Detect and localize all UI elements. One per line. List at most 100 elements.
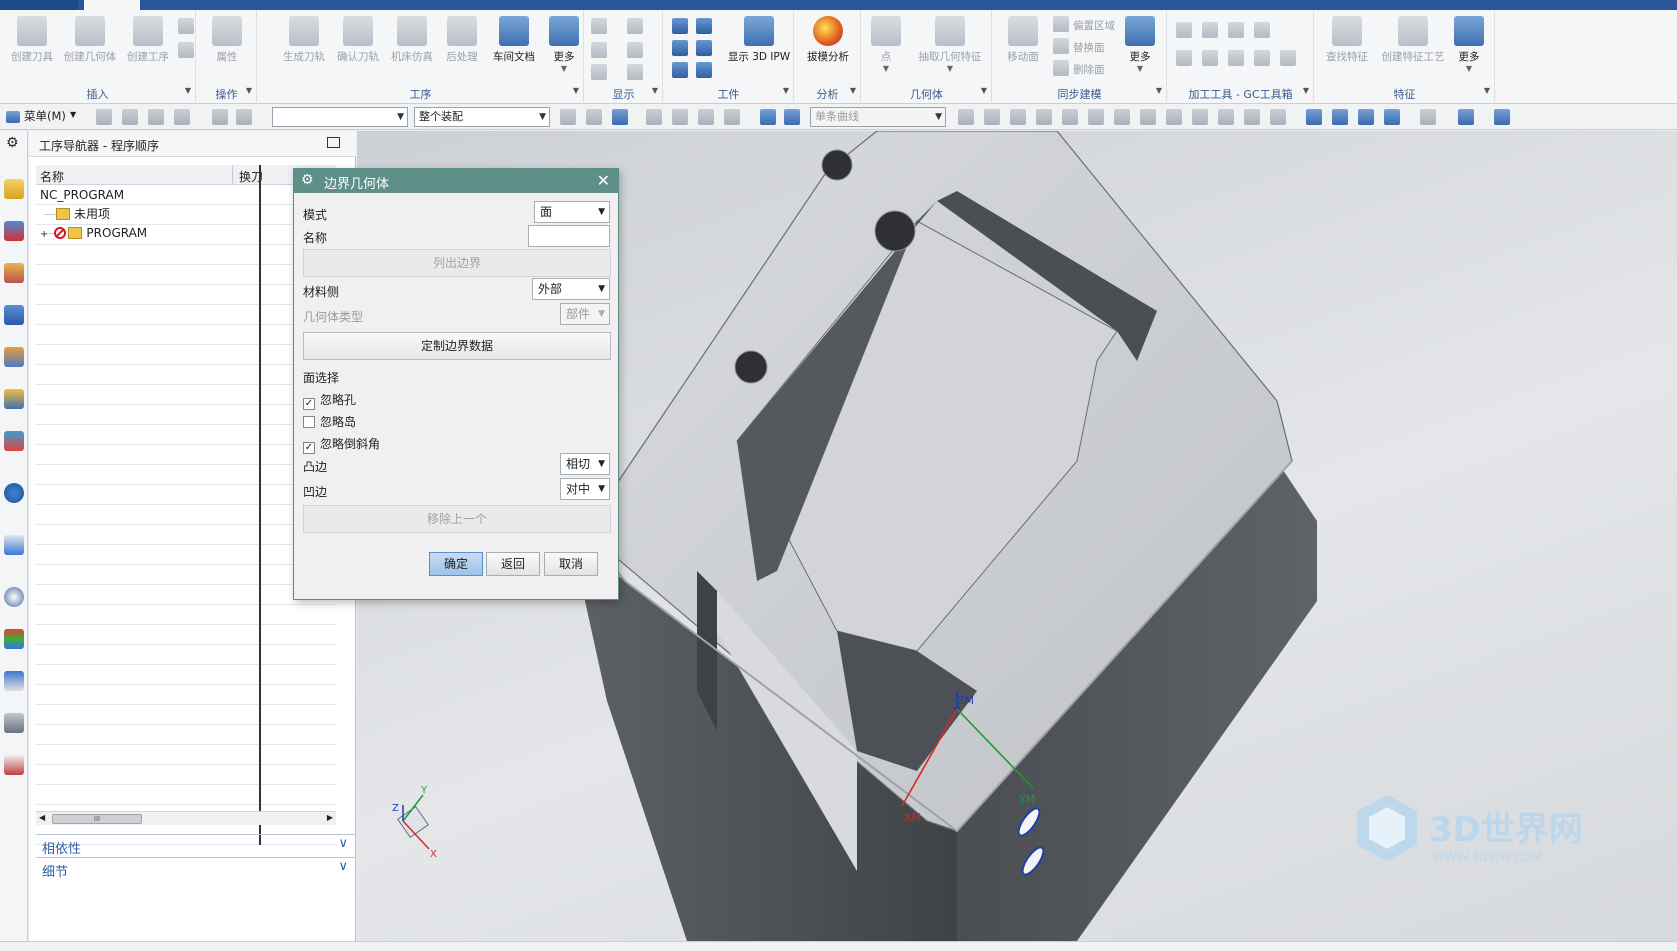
generate-toolpath-button[interactable]: 生成刀轨 [276, 16, 332, 78]
snap-point-icon[interactable] [1114, 109, 1130, 125]
document-icon[interactable] [4, 755, 24, 775]
view-icon[interactable] [1420, 109, 1436, 125]
workpiece-arrow-icon[interactable] [672, 40, 688, 56]
maximize-icon[interactable] [327, 137, 340, 148]
display-mesh-icon[interactable] [591, 64, 607, 80]
gc-tool-icon[interactable] [1176, 50, 1192, 66]
material-side-select[interactable]: 外部 ▼ [532, 278, 610, 300]
library-icon[interactable] [4, 431, 24, 451]
view-icon[interactable] [1384, 109, 1400, 125]
tool-icon[interactable] [96, 109, 112, 125]
cube-view-icon[interactable] [1458, 109, 1474, 125]
tool-library-icon[interactable] [4, 671, 24, 691]
find-feature-button[interactable]: 查找特征 [1319, 16, 1375, 78]
column-divider[interactable] [259, 165, 261, 845]
remove-last-button[interactable]: 移除上一个 [303, 505, 611, 533]
delete-face-icon[interactable] [1053, 60, 1069, 76]
gc-tool-icon[interactable] [1280, 50, 1296, 66]
create-operation-button[interactable]: 创建工序 [120, 16, 176, 78]
refresh-icon[interactable] [1358, 109, 1374, 125]
convex-edge-select[interactable]: 相切 ▼ [560, 453, 610, 475]
mode-select[interactable]: 面 ▼ [534, 201, 610, 223]
feature-more-button[interactable]: 更多 ▼ [1447, 16, 1491, 78]
tool-icon[interactable] [148, 109, 164, 125]
draft-analysis-button[interactable]: 拔模分析 [800, 16, 856, 78]
tree-node-program[interactable]: +┈ PROGRAM [40, 223, 147, 243]
gc-tool-icon[interactable] [1202, 50, 1218, 66]
display-curve-icon[interactable] [627, 64, 643, 80]
verify-toolpath-button[interactable]: 确认刀轨 [330, 16, 386, 78]
web-browser-icon[interactable] [4, 535, 24, 555]
workpiece-arrow-icon[interactable] [672, 18, 688, 34]
assembly-navigator-icon[interactable] [4, 221, 24, 241]
history-clock-icon[interactable] [4, 587, 24, 607]
display-geometry-icon[interactable] [627, 18, 643, 34]
snap-icon[interactable] [586, 109, 602, 125]
machine-simulation-button[interactable]: 机床仿真 [384, 16, 440, 78]
workpiece-arrow-icon[interactable] [672, 62, 688, 78]
gc-tool-icon[interactable] [1254, 22, 1270, 38]
gc-tool-icon[interactable] [1228, 22, 1244, 38]
workpiece-arrow-icon[interactable] [696, 18, 712, 34]
tree-node-nc-program[interactable]: NC_PROGRAM [40, 185, 124, 205]
ignore-chamfers-checkbox[interactable]: ✓ 忽略倒斜角 [303, 435, 380, 454]
reuse-library-icon[interactable] [4, 389, 24, 409]
move-face-button[interactable]: 移动面 [995, 16, 1051, 78]
list-boundary-button[interactable]: 列出边界 [303, 249, 611, 277]
display-path-icon[interactable] [591, 42, 607, 58]
postprocess-button[interactable]: 后处理 [434, 16, 490, 78]
snap-icon[interactable] [760, 109, 776, 125]
type-filter-select[interactable]: ▼ [272, 107, 408, 127]
snap-point-icon[interactable] [1270, 109, 1286, 125]
gc-tool-icon[interactable] [1254, 50, 1270, 66]
column-name-header[interactable]: 名称 [40, 168, 64, 185]
machine-navigator-icon[interactable] [4, 347, 24, 367]
assembly-scope-select[interactable]: 整个装配 ▼ [414, 107, 550, 127]
snap-icon[interactable] [672, 109, 688, 125]
tree-node-unused[interactable]: ┈┈ 未用项 [44, 204, 110, 224]
shop-docs-button[interactable]: 车间文档 [486, 16, 542, 78]
checkbox-checked-icon[interactable]: ✓ [303, 398, 315, 410]
workpiece-arrow-icon[interactable] [696, 62, 712, 78]
checkbox-checked-icon[interactable]: ✓ [303, 442, 315, 454]
tab-home[interactable] [84, 0, 140, 10]
file-menu-tab[interactable] [0, 0, 78, 10]
view-icon[interactable] [1332, 109, 1348, 125]
snap-point-icon[interactable] [1036, 109, 1052, 125]
snap-point-icon[interactable] [1244, 109, 1260, 125]
gear-icon[interactable]: ⚙ [6, 135, 19, 151]
offset-region-icon[interactable] [1053, 16, 1069, 32]
replace-face-label[interactable]: 替换面 [1073, 40, 1105, 55]
snap-point-icon[interactable] [958, 109, 974, 125]
cancel-button[interactable]: 取消 [544, 552, 598, 576]
close-icon[interactable]: ✕ [597, 171, 610, 190]
snap-icon[interactable] [784, 109, 800, 125]
scroll-right-icon[interactable]: ▶ [327, 813, 333, 822]
delete-face-label[interactable]: 删除面 [1073, 62, 1105, 77]
snap-point-icon[interactable] [1010, 109, 1026, 125]
custom-boundary-data-button[interactable]: 定制边界数据 [303, 332, 611, 360]
snap-point-icon[interactable] [1218, 109, 1234, 125]
workpiece-arrow-icon[interactable] [696, 40, 712, 56]
chevron-down-icon[interactable]: ∨ [338, 859, 348, 874]
dialog-titlebar[interactable]: ⚙ 边界几何体 ✕ [294, 169, 618, 193]
tool-icon[interactable] [236, 109, 252, 125]
geometry-type-select[interactable]: 部件 ▼ [560, 303, 610, 325]
back-button[interactable]: 返回 [486, 552, 540, 576]
create-feature-process-button[interactable]: 创建特征工艺 [1377, 16, 1449, 78]
menu-button[interactable]: 菜单(M) [24, 108, 66, 124]
display-point-icon[interactable] [627, 42, 643, 58]
ok-button[interactable]: 确定 [429, 552, 483, 576]
tool-icon[interactable] [212, 109, 228, 125]
create-method-icon[interactable] [178, 42, 194, 58]
scrollbar-thumb[interactable]: III [52, 814, 142, 824]
concave-edge-select[interactable]: 对中 ▼ [560, 478, 610, 500]
scroll-left-icon[interactable]: ◀ [39, 813, 45, 822]
gc-tool-icon[interactable] [1228, 50, 1244, 66]
dependencies-panel[interactable]: 相依性 ∨ [36, 834, 356, 857]
color-palette-icon[interactable] [4, 629, 24, 649]
details-panel[interactable]: 细节 ∨ [36, 857, 356, 880]
constraint-navigator-icon[interactable] [4, 263, 24, 283]
extract-geometry-button[interactable]: 抽取几何特征 ▼ [912, 16, 988, 78]
ignore-holes-checkbox[interactable]: ✓ 忽略孔 [303, 391, 356, 410]
